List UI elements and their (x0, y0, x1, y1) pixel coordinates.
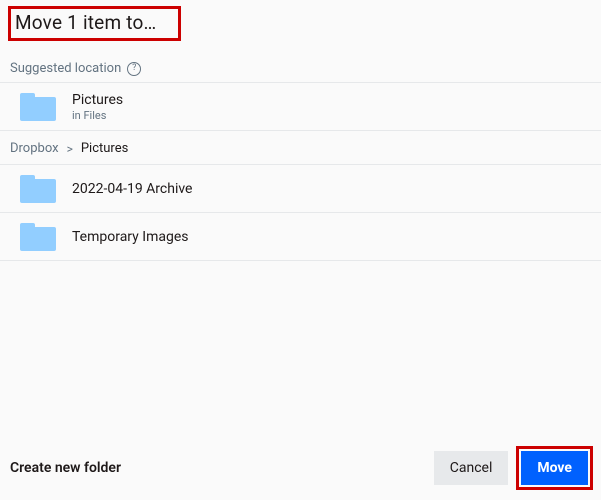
folder-list: 2022-04-19 Archive Temporary Images (0, 164, 601, 261)
chevron-right-icon: > (67, 142, 73, 156)
folder-icon (20, 175, 56, 203)
folder-name: Temporary Images (72, 229, 188, 245)
breadcrumb-current: Pictures (81, 141, 128, 156)
dialog-footer: Create new folder Cancel Move (0, 436, 601, 500)
breadcrumb: Dropbox > Pictures (0, 131, 601, 164)
move-dialog: Move 1 item to… Suggested location ? Pic… (0, 0, 601, 500)
suggested-location-list: Pictures in Files (0, 82, 601, 131)
suggested-folder-row[interactable]: Pictures in Files (0, 83, 601, 131)
dialog-title: Move 1 item to… (8, 6, 181, 41)
move-button-highlight: Move (516, 446, 593, 490)
move-button[interactable]: Move (521, 451, 588, 485)
folder-row[interactable]: Temporary Images (0, 213, 601, 261)
folder-row[interactable]: 2022-04-19 Archive (0, 165, 601, 213)
suggested-folder-name: Pictures (72, 92, 123, 108)
suggested-location-header: Suggested location ? (0, 43, 601, 82)
suggested-folder-sub: in Files (72, 109, 123, 122)
breadcrumb-root[interactable]: Dropbox (10, 141, 59, 156)
suggested-location-label: Suggested location (10, 61, 121, 76)
help-icon[interactable]: ? (127, 62, 141, 76)
dialog-title-wrap: Move 1 item to… (0, 0, 601, 43)
folder-icon (20, 223, 56, 251)
folder-icon (20, 93, 56, 121)
cancel-button[interactable]: Cancel (434, 451, 509, 485)
folder-name: 2022-04-19 Archive (72, 181, 192, 197)
create-new-folder-button[interactable]: Create new folder (10, 460, 121, 476)
